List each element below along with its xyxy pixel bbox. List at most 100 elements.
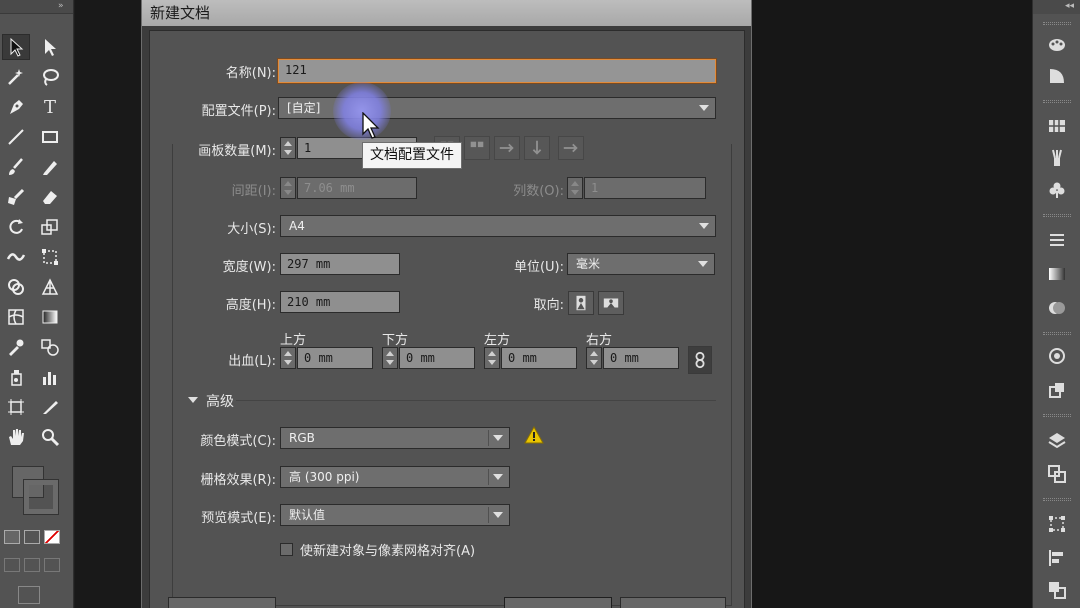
blend-tool-icon[interactable] xyxy=(36,334,64,360)
size-select[interactable]: A4 xyxy=(280,215,716,237)
color-mode-buttons[interactable] xyxy=(2,530,68,548)
pathfinder-panel-icon[interactable] xyxy=(1045,578,1069,602)
landscape-orientation-icon[interactable] xyxy=(598,291,624,315)
advanced-toggle-icon[interactable] xyxy=(188,397,198,403)
draw-normal-icon[interactable] xyxy=(4,558,20,572)
ok-button[interactable] xyxy=(504,597,612,608)
gradient-panel-icon[interactable] xyxy=(1045,262,1069,286)
shape-builder-tool-icon[interactable] xyxy=(2,274,30,300)
width-tool-icon[interactable] xyxy=(2,244,30,270)
advanced-label[interactable]: 高级 xyxy=(206,391,234,411)
link-bleed-icon[interactable] xyxy=(688,346,712,374)
perspective-grid-tool-icon[interactable] xyxy=(36,274,64,300)
chevron-down-icon xyxy=(493,512,503,518)
zoom-tool-icon[interactable] xyxy=(36,424,64,450)
draw-inside-icon[interactable] xyxy=(44,558,60,572)
canvas-right xyxy=(752,0,1032,608)
width-input[interactable]: 297 mm xyxy=(280,253,400,275)
height-input[interactable]: 210 mm xyxy=(280,291,400,313)
hand-tool-icon[interactable] xyxy=(2,424,30,450)
pen-tool-icon[interactable] xyxy=(2,94,30,120)
fill-stroke-swatches[interactable] xyxy=(10,464,62,520)
name-input[interactable]: 121 xyxy=(278,59,716,83)
free-transform-tool-icon[interactable] xyxy=(36,244,64,270)
graphic-styles-panel-icon[interactable] xyxy=(1045,378,1069,402)
direct-selection-tool-icon[interactable] xyxy=(36,34,64,60)
right-panel-collapse[interactable]: ◂◂ xyxy=(1033,0,1080,14)
grid-by-column-icon[interactable] xyxy=(464,136,490,160)
columns-stepper[interactable] xyxy=(567,177,583,199)
selection-tool-icon[interactable] xyxy=(2,34,30,60)
arrange-by-row-icon[interactable] xyxy=(494,136,520,160)
bleed-bottom-input[interactable]: 0 mm xyxy=(399,347,475,369)
eraser-tool-icon[interactable] xyxy=(36,184,64,210)
gradient-button-icon[interactable] xyxy=(24,530,40,544)
raster-effects-select[interactable]: 高 (300 ppi) xyxy=(280,466,510,488)
lasso-tool-icon[interactable] xyxy=(36,64,64,90)
templates-button[interactable] xyxy=(168,597,276,608)
column-graph-tool-icon[interactable] xyxy=(36,364,64,390)
portrait-orientation-icon[interactable] xyxy=(568,291,594,315)
arrange-by-column-icon[interactable] xyxy=(524,136,550,160)
columns-input[interactable]: 1 xyxy=(584,177,706,199)
rectangle-tool-icon[interactable] xyxy=(36,124,64,150)
transparency-panel-icon[interactable] xyxy=(1045,296,1069,320)
bleed-bottom-stepper[interactable] xyxy=(382,347,398,369)
align-pixel-grid-checkbox[interactable] xyxy=(280,543,293,556)
settings-group xyxy=(172,144,732,606)
bleed-left-input[interactable]: 0 mm xyxy=(501,347,577,369)
spacing-stepper[interactable] xyxy=(280,177,296,199)
bleed-left-stepper[interactable] xyxy=(484,347,500,369)
artboard-tool-icon[interactable] xyxy=(2,394,30,420)
panel-separator xyxy=(1043,100,1071,103)
none-button-icon[interactable] xyxy=(44,530,60,544)
mesh-tool-icon[interactable] xyxy=(2,304,30,330)
draw-mode-buttons[interactable] xyxy=(2,558,68,576)
spacing-label: 间距(I): xyxy=(231,184,276,199)
spacing-input[interactable]: 7.06 mm xyxy=(297,177,417,199)
preview-mode-select[interactable]: 默认值 xyxy=(280,504,510,526)
color-mode-select[interactable]: RGB xyxy=(280,427,510,449)
symbol-sprayer-tool-icon[interactable] xyxy=(2,364,30,390)
artboards-stepper[interactable] xyxy=(280,137,296,159)
artboards-panel-icon[interactable] xyxy=(1045,462,1069,486)
warning-icon xyxy=(524,425,544,444)
screen-mode-icon[interactable] xyxy=(18,586,40,604)
type-tool-icon[interactable]: T xyxy=(36,94,64,120)
draw-behind-icon[interactable] xyxy=(24,558,40,572)
color-button-icon[interactable] xyxy=(4,530,20,544)
chevron-down-icon xyxy=(699,105,709,111)
paintbrush-tool-icon[interactable] xyxy=(2,154,30,180)
brushes-panel-icon[interactable] xyxy=(1045,146,1069,170)
name-label: 名称(N): xyxy=(225,66,276,81)
bleed-top-input[interactable]: 0 mm xyxy=(297,347,373,369)
swatches-panel-icon[interactable] xyxy=(1045,114,1069,138)
align-panel-icon[interactable] xyxy=(1045,546,1069,570)
stroke-panel-icon[interactable] xyxy=(1045,228,1069,252)
pencil-tool-icon[interactable] xyxy=(36,154,64,180)
layers-panel-icon[interactable] xyxy=(1045,428,1069,452)
eyedropper-tool-icon[interactable] xyxy=(2,334,30,360)
color-guide-panel-icon[interactable] xyxy=(1045,64,1069,88)
cancel-button[interactable] xyxy=(620,597,726,608)
line-tool-icon[interactable] xyxy=(2,124,30,150)
symbols-panel-icon[interactable] xyxy=(1045,178,1069,202)
gradient-tool-icon[interactable] xyxy=(36,304,64,330)
transform-panel-icon[interactable] xyxy=(1045,512,1069,536)
appearance-panel-icon[interactable] xyxy=(1045,344,1069,368)
slice-tool-icon[interactable] xyxy=(36,394,64,420)
scale-tool-icon[interactable] xyxy=(36,214,64,240)
units-select[interactable]: 毫米 xyxy=(567,253,715,275)
magic-wand-tool-icon[interactable] xyxy=(2,64,30,90)
tools-panel-collapse[interactable]: » xyxy=(0,0,73,14)
preview-mode-value: 默认值 xyxy=(289,508,326,522)
tools-panel: » T xyxy=(0,0,74,608)
bleed-right-stepper[interactable] xyxy=(586,347,602,369)
blob-brush-tool-icon[interactable] xyxy=(2,184,30,210)
bleed-top-stepper[interactable] xyxy=(280,347,296,369)
right-to-left-layout-icon[interactable] xyxy=(558,136,584,160)
width-label: 宽度(W): xyxy=(222,260,276,275)
bleed-right-input[interactable]: 0 mm xyxy=(603,347,679,369)
rotate-tool-icon[interactable] xyxy=(2,214,30,240)
color-panel-icon[interactable] xyxy=(1045,32,1069,56)
